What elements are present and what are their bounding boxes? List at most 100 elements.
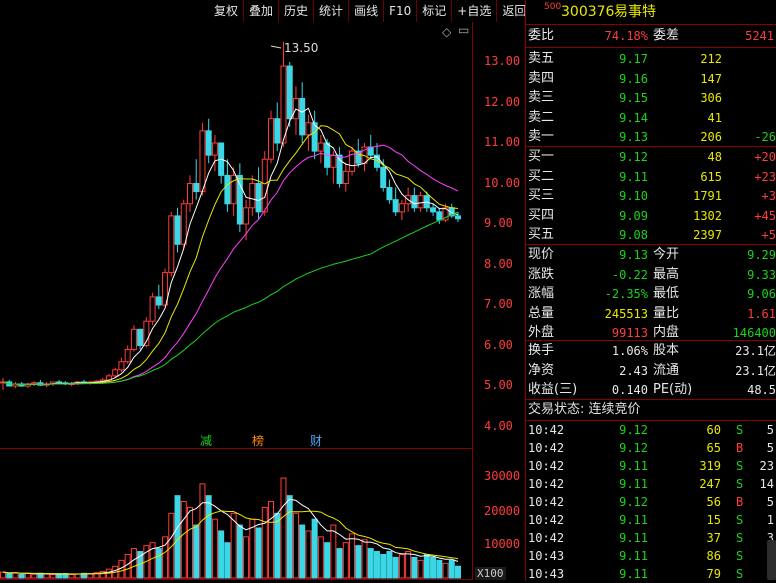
trade-side: B <box>736 495 744 509</box>
asks-price: 9.13 <box>619 130 648 144</box>
trade-volume: 60 <box>706 423 721 437</box>
trade-volume: 15 <box>706 513 721 527</box>
trade-price: 9.11 <box>619 567 648 581</box>
event-marker[interactable]: 榜 <box>252 432 264 449</box>
toolbar-button-4[interactable]: 画线 <box>348 0 383 22</box>
quote-label: 涨幅 <box>528 286 555 301</box>
price-tick-label: 6.00 <box>484 337 513 352</box>
bids-level-label: 买五 <box>528 227 555 242</box>
weibi-row: 委比 74.18% 委差 5241 <box>526 26 776 46</box>
trade-price: 9.12 <box>619 441 648 455</box>
trade-tick-row: 10:439.1179S5 <box>526 565 776 583</box>
trade-price: 9.12 <box>619 423 648 437</box>
bids-change: +45 <box>754 208 776 223</box>
asks-level-row[interactable]: 卖五 9.17 212 <box>526 49 776 69</box>
trade-volume: 319 <box>699 459 721 473</box>
header-small-number: 500 <box>544 2 562 12</box>
trade-side: S <box>736 513 744 527</box>
weibi-label: 委比 <box>528 28 555 43</box>
asks-price: 9.17 <box>619 52 648 66</box>
quote-panel: 500 300376 易事特 委比 74.18% 委差 5241 卖五 9.17 212 卖四… <box>525 0 776 581</box>
trade-volume: 37 <box>706 531 721 545</box>
chart-toolbar: 复权 叠加 历史 统计 画线 F10 标记 +自选 返回 <box>209 0 531 22</box>
quote-value: -2.35% <box>604 287 648 301</box>
trading-status: 交易状态: 连续竞价 <box>528 402 641 417</box>
trade-tick-row: 10:42 9.11 319 S 23 <box>526 457 776 475</box>
fund-label: 流通 <box>653 362 680 378</box>
volume-tick-label: 30000 <box>484 469 521 483</box>
quote-value: 1.61 <box>747 306 776 321</box>
toolbar-button-7[interactable]: +自选 <box>451 0 496 22</box>
trade-side: S <box>736 567 744 581</box>
trade-time: 10:42 <box>528 531 565 545</box>
volume-tick-label: 10000 <box>484 537 521 551</box>
bids-price: 9.12 <box>619 150 648 164</box>
stock-terminal: 复权 叠加 历史 统计 画线 F10 标记 +自选 返回 13.50 13.00 12.00 11.… <box>0 0 776 581</box>
price-tick-label: 5.00 <box>484 378 513 392</box>
trade-list-scrollbar[interactable] <box>767 540 776 580</box>
bids-change: +5 <box>761 228 776 242</box>
bids-level-label: 买二 <box>528 168 555 184</box>
quote-label: 总量 <box>528 305 555 321</box>
trade-side: S <box>736 459 744 473</box>
bids-price: 9.09 <box>619 208 648 223</box>
asks-level-row[interactable]: 卖二 9.14 41 <box>526 108 776 128</box>
bids-change: +20 <box>754 150 776 164</box>
toolbar-button-2[interactable]: 历史 <box>278 0 313 22</box>
trade-side: B <box>736 441 744 455</box>
asks-level-row[interactable]: 卖四 9.16 147 <box>526 69 776 89</box>
trade-time: 10:43 <box>528 567 565 581</box>
asks-level-row[interactable]: 卖三 9.15 306 <box>526 88 776 108</box>
settings-diamond-icon[interactable]: ◇ <box>442 25 451 39</box>
bids-level-row[interactable]: 买四 9.09 1302 +45 <box>526 206 776 226</box>
event-marker[interactable]: 财 <box>310 432 322 449</box>
bids-level-label: 买三 <box>528 188 555 203</box>
asks-level-label: 卖四 <box>528 70 555 86</box>
trade-volume: 247 <box>699 477 721 491</box>
trade-time: 10:42 <box>528 477 565 491</box>
trade-tick-row: 10:42 9.11 247 S 14 <box>526 475 776 493</box>
toolbar-button-5[interactable]: F10 <box>383 0 416 22</box>
bids-level-row[interactable]: 买二 9.11 615 +23 <box>526 167 776 187</box>
trade-side: S <box>736 477 744 491</box>
trade-tick-row: 10:42 9.11 15 S 1 <box>526 511 776 529</box>
price-pane-border <box>0 22 473 449</box>
toolbar-button-0[interactable]: 复权 <box>209 0 243 22</box>
collapse-icon[interactable]: ▭ <box>458 23 469 37</box>
kline-chart-area[interactable]: 13.50 13.00 12.00 11.00 10.00 9.00 8.00 7.00 6.… <box>0 22 525 581</box>
trade-count: 5 <box>766 495 774 509</box>
quote-label: 最高 <box>653 266 680 282</box>
fund-label: 收益(三) <box>528 382 578 397</box>
bids-level-row[interactable]: 买五 9.08 2397 +5 <box>526 225 776 245</box>
fund-label: 股本 <box>653 343 680 358</box>
stock-header: 500 300376 易事特 <box>526 0 776 22</box>
fund-value: 1.06% <box>611 344 648 358</box>
event-marker[interactable]: 减 <box>200 432 212 449</box>
asks-volume: 306 <box>700 91 722 105</box>
bids-volume: 1791 <box>693 189 722 203</box>
quote-row: 总量 245513 量比 1.61 <box>526 304 776 324</box>
trade-tick-row: 10:42 9.12 65 B 5 <box>526 439 776 457</box>
bids-price: 9.10 <box>619 189 648 203</box>
toolbar-button-3[interactable]: 统计 <box>313 0 348 22</box>
bids-volume: 1302 <box>693 208 722 223</box>
quote-row: 现价 9.13 今开 9.29 <box>526 245 776 265</box>
asks-volume: 212 <box>700 52 722 66</box>
price-tick-label: 13.00 <box>484 54 521 68</box>
bids-volume: 2397 <box>693 228 722 242</box>
asks-level-row[interactable]: 卖一 9.13 206 -26 <box>526 127 776 147</box>
bids-level-row[interactable]: 买一 9.12 48 +20 <box>526 147 776 167</box>
fund-value: 23.1亿 <box>735 344 776 358</box>
trade-count: 5 <box>766 441 774 455</box>
trade-price: 9.11 <box>619 477 648 491</box>
fundamental-row: 收益(三) 0.140 PE(动) 48.5 <box>526 380 776 400</box>
quote-row: 涨跌 -0.22 最高 9.33 <box>526 265 776 285</box>
trade-time: 10:42 <box>528 459 565 473</box>
toolbar-button-6[interactable]: 标记 <box>416 0 451 22</box>
toolbar-button-1[interactable]: 叠加 <box>243 0 278 22</box>
bids-level-row[interactable]: 买三 9.10 1791 +3 <box>526 186 776 206</box>
price-tick-label: 11.00 <box>484 135 521 149</box>
fund-label: 净资 <box>528 362 555 378</box>
trade-time: 10:42 <box>528 441 565 455</box>
trade-volume: 86 <box>706 549 721 563</box>
